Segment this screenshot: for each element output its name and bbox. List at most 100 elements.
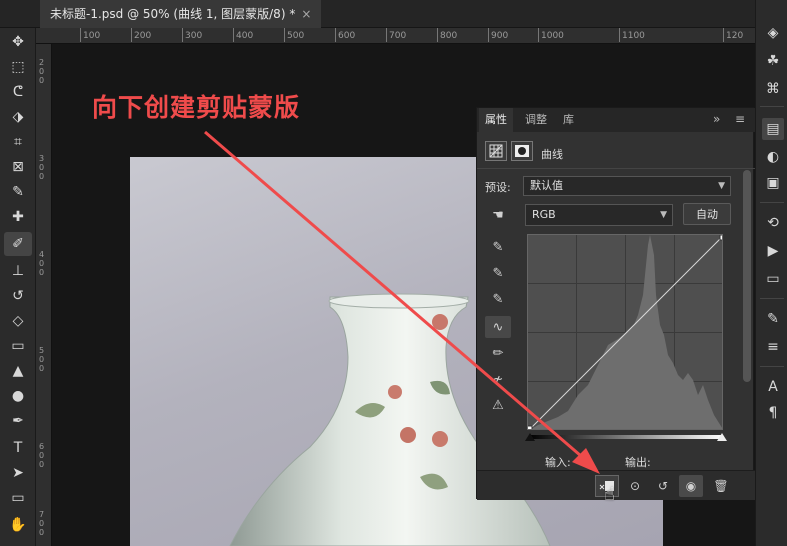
tab-adjustments[interactable]: 调整 — [519, 108, 553, 132]
horizontal-ruler: 100 200 300 400 500 600 700 800 900 1000… — [36, 28, 755, 44]
ruler-tick: 0 — [39, 172, 45, 181]
close-tab-icon[interactable]: × — [301, 7, 311, 21]
ruler-tick: 5 — [39, 346, 45, 355]
collapse-panel-icon[interactable]: » — [713, 112, 720, 126]
paragraph-icon[interactable]: ¶ — [762, 402, 784, 424]
ruler-tick: 500 — [283, 28, 305, 42]
pen-icon[interactable]: ✒ — [4, 409, 32, 433]
auto-button[interactable]: 自动 — [683, 203, 731, 225]
brush-settings-icon[interactable]: ≡ — [762, 336, 784, 358]
divider — [760, 366, 784, 367]
ruler-tick: 6 — [39, 442, 45, 451]
lasso-icon[interactable]: ᕦ — [4, 80, 32, 104]
properties-panel: 属性 调整 库 » ≡ 曲线 预设: 默认值 ▼ ☚ RGB ▼ 自动 ✎ ✎ … — [476, 107, 755, 500]
tools-panel: ✥ ⬚ ᕦ ⬗ ⌗ ⊠ ✎ ✚ ✐ ⊥ ↺ ◇ ▭ ▲ ● ✒ T ➤ ▭ ✋ — [0, 28, 36, 546]
black-point-eyedropper-icon[interactable]: ✎ — [485, 236, 511, 258]
dodge-icon[interactable]: ● — [4, 384, 32, 408]
curve-point[interactable] — [528, 425, 533, 430]
ruler-tick: 120 — [722, 28, 744, 42]
eyedropper-icon[interactable]: ✎ — [4, 180, 32, 204]
ruler-tick: 0 — [39, 268, 45, 277]
paths-icon[interactable]: ⌘ — [762, 78, 784, 100]
chevron-down-icon: ▼ — [718, 181, 725, 191]
properties-icon[interactable]: ▤ — [762, 118, 784, 140]
type-icon[interactable]: T — [4, 436, 32, 460]
panel-scrollbar[interactable] — [743, 170, 751, 382]
eraser-icon[interactable]: ◇ — [4, 309, 32, 333]
ruler-tick: 1100 — [619, 28, 645, 42]
history-brush-icon[interactable]: ↺ — [4, 284, 32, 308]
output-label: 输出: — [625, 456, 651, 469]
brushes-icon[interactable]: ✎ — [762, 308, 784, 330]
ruler-tick: 0 — [39, 67, 45, 76]
channel-select[interactable]: RGB ▼ — [525, 204, 673, 226]
adjustments-icon[interactable]: ◐ — [762, 146, 784, 168]
hand-icon[interactable]: ✋ — [4, 513, 32, 537]
gradient-icon[interactable]: ▭ — [4, 334, 32, 358]
ruler-tick: 100 — [79, 28, 101, 42]
pencil-icon[interactable]: ✏ — [485, 342, 511, 364]
channels-icon[interactable]: ☘ — [762, 50, 784, 72]
tab-properties[interactable]: 属性 — [479, 108, 513, 132]
ruler-tick: 600 — [334, 28, 356, 42]
history-icon[interactable]: ⟲ — [762, 212, 784, 234]
healing-icon[interactable]: ✚ — [4, 205, 32, 229]
character-icon[interactable]: A — [762, 376, 784, 398]
move-icon[interactable]: ✥ — [4, 30, 32, 54]
layers-icon[interactable]: ◈ — [762, 22, 784, 44]
ruler-tick: 0 — [39, 259, 45, 268]
ruler-tick: 200 — [130, 28, 152, 42]
curve-point[interactable] — [719, 235, 723, 241]
shape-icon[interactable]: ▭ — [4, 486, 32, 510]
reset-icon[interactable]: ↺ — [651, 475, 675, 497]
document-tab-bar: 未标题-1.psd @ 50% (曲线 1, 图层蒙版/8) * × — [0, 0, 755, 28]
curves-adjustment-icon — [485, 141, 507, 161]
histogram — [528, 235, 723, 430]
targeted-adjust-hand-icon[interactable]: ☚ — [485, 204, 511, 226]
smooth-curve-icon[interactable]: ≁ — [485, 368, 511, 390]
chevron-down-icon: ▼ — [660, 210, 667, 220]
divider — [760, 202, 784, 203]
panel-menu-icon[interactable]: ≡ — [735, 112, 745, 126]
divider — [760, 106, 784, 107]
vertical-ruler: 2 0 0 3 0 0 4 0 0 5 0 0 6 0 0 7 0 0 — [36, 44, 52, 546]
brush-icon[interactable]: ✐ — [4, 232, 32, 256]
white-point-slider[interactable] — [717, 433, 727, 441]
preset-select[interactable]: 默认值 ▼ — [523, 176, 731, 196]
curves-graph[interactable] — [527, 234, 723, 430]
quick-select-icon[interactable]: ⬗ — [4, 105, 32, 129]
frame-icon[interactable]: ⊠ — [4, 155, 32, 179]
document-tab[interactable]: 未标题-1.psd @ 50% (曲线 1, 图层蒙版/8) * × — [40, 0, 322, 28]
ruler-tick: 7 — [39, 510, 45, 519]
curve-edit-icon[interactable]: ∿ — [485, 316, 511, 338]
crop-icon[interactable]: ⌗ — [4, 130, 32, 154]
histogram-warning-icon[interactable]: ⚠ — [485, 394, 511, 416]
layer-mask-icon[interactable] — [511, 141, 533, 161]
ruler-tick: 0 — [39, 451, 45, 460]
ruler-tick: 0 — [39, 519, 45, 528]
libraries-icon[interactable]: ▣ — [762, 172, 784, 194]
actions-icon[interactable]: ▶ — [762, 240, 784, 262]
histogram-area — [531, 235, 722, 429]
panel-bottom-bar: ⊙ ↺ ◉ 🗑 — [477, 470, 755, 500]
channel-value: RGB — [532, 208, 556, 221]
ruler-tick: 4 — [39, 250, 45, 259]
ruler-tick: 0 — [39, 528, 45, 537]
ruler-tick: 0 — [39, 364, 45, 373]
ruler-tick: 2 — [39, 58, 45, 67]
marquee-icon[interactable]: ⬚ — [4, 55, 32, 79]
view-previous-icon[interactable]: ⊙ — [623, 475, 647, 497]
stamp-icon[interactable]: ⊥ — [4, 259, 32, 283]
visibility-icon[interactable]: ◉ — [679, 475, 703, 497]
black-point-slider[interactable] — [525, 433, 535, 441]
white-point-eyedropper-icon[interactable]: ✎ — [485, 288, 511, 310]
comments-icon[interactable]: ▭ — [762, 268, 784, 290]
gray-point-eyedropper-icon[interactable]: ✎ — [485, 262, 511, 284]
tab-libraries[interactable]: 库 — [557, 108, 580, 132]
panel-title: 曲线 — [541, 148, 563, 161]
delete-icon[interactable]: 🗑 — [709, 475, 733, 497]
path-select-icon[interactable]: ➤ — [4, 461, 32, 485]
blur-icon[interactable]: ▲ — [4, 359, 32, 383]
hand-cursor-icon: ☝ — [604, 484, 615, 505]
right-panel-strip: ◈ ☘ ⌘ ▤ ◐ ▣ ⟲ ▶ ▭ ✎ ≡ A ¶ — [755, 0, 787, 546]
